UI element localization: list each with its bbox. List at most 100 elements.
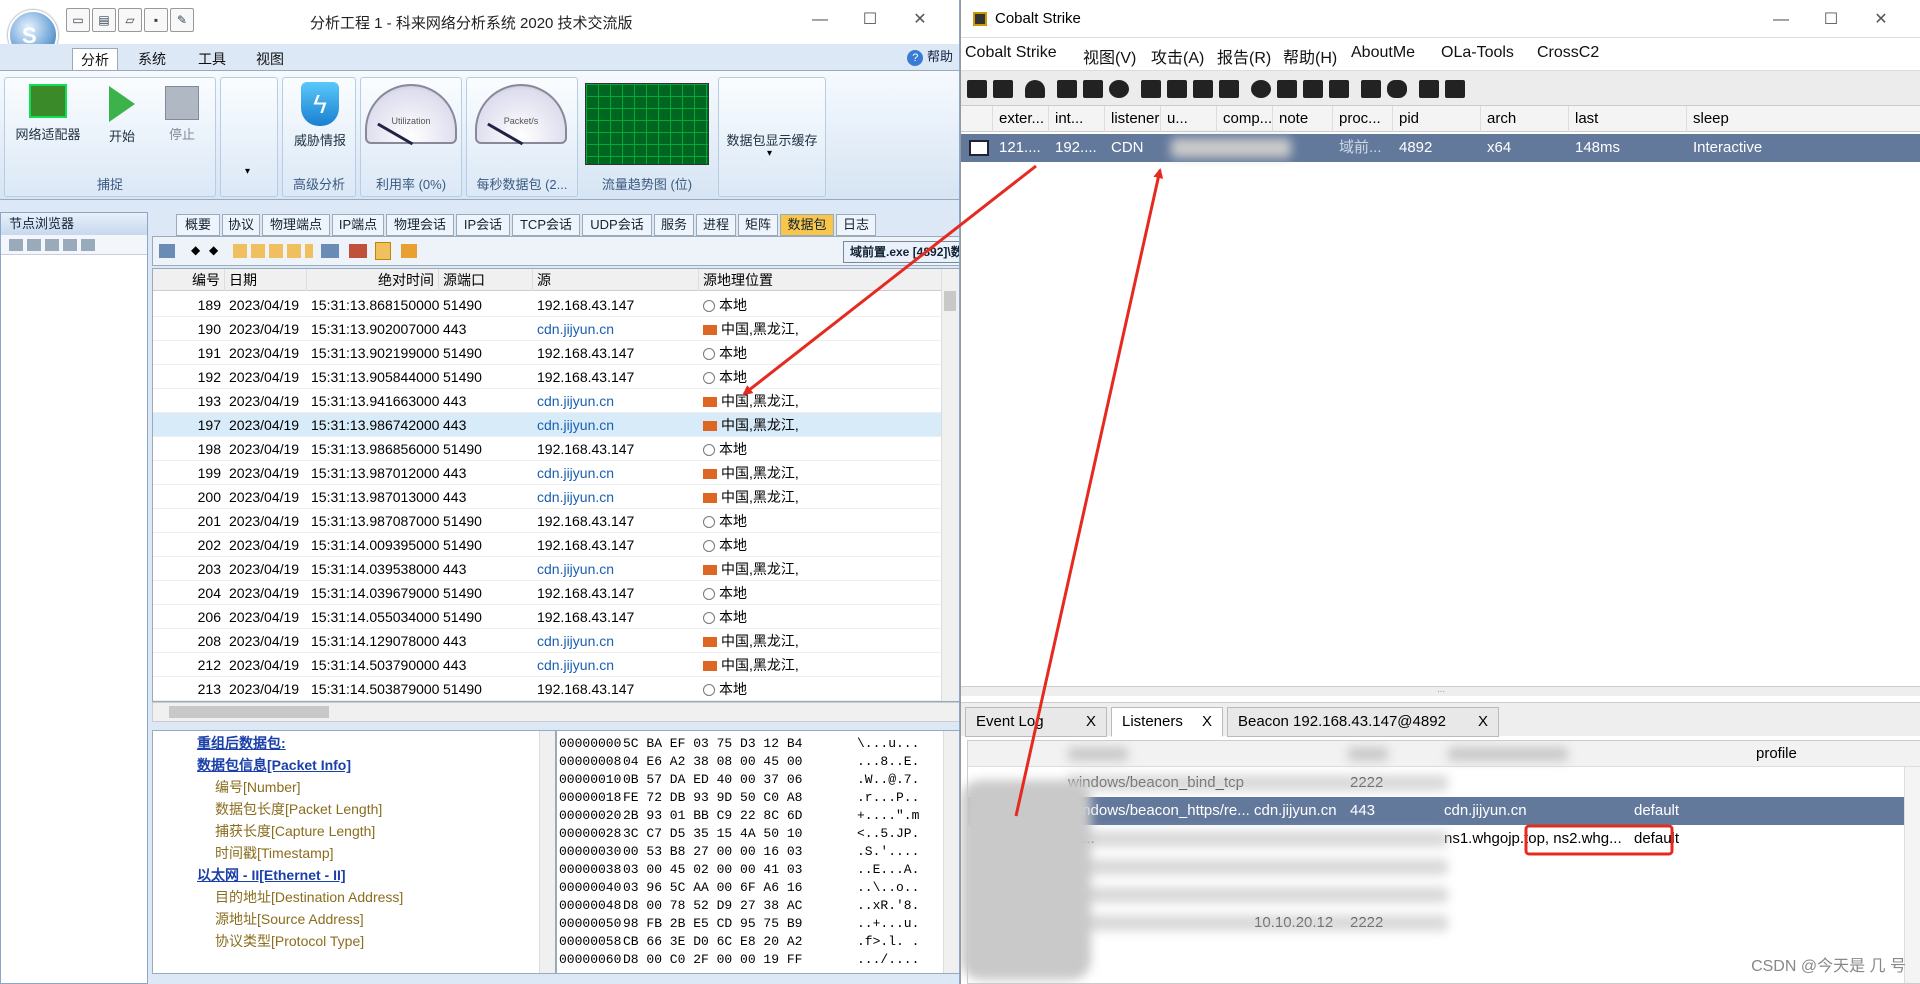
tab-packets[interactable]: 数据包 <box>780 214 834 236</box>
tree-field[interactable]: 数据包长度[Packet Length] <box>215 799 382 819</box>
col-note[interactable]: note <box>1273 106 1333 132</box>
close-icon[interactable]: X <box>1478 708 1488 736</box>
node-tool-icon[interactable] <box>9 239 23 251</box>
tree-node[interactable]: 数据包信息[Packet Info] <box>197 755 351 775</box>
tab-phys-session[interactable]: 物理会话 <box>386 214 454 236</box>
coffee-icon[interactable] <box>1277 80 1297 98</box>
table-row[interactable]: 198 2023/04/19 15:31:13.986856000 51490 192.… <box>153 437 943 461</box>
view-icon[interactable] <box>233 244 313 258</box>
terminal-icon[interactable] <box>1329 80 1349 98</box>
beacon-row[interactable]: 121.... 192.... CDN 域前... 4892 x64 148ms… <box>961 134 1920 162</box>
tools-icon[interactable] <box>349 244 367 258</box>
report-icon[interactable]: ✎ <box>170 8 194 32</box>
menu-view[interactable]: 视图(V) <box>1083 44 1136 68</box>
col-computer[interactable]: comp... <box>1217 106 1273 132</box>
threat-intel-button[interactable]: ϟ 威胁情报 <box>287 82 353 149</box>
tree-field[interactable]: 目的地址[Destination Address] <box>215 887 403 907</box>
link-icon[interactable] <box>1361 80 1381 98</box>
col-listener[interactable]: listener <box>1105 106 1161 132</box>
table-row[interactable]: 201 2023/04/19 15:31:13.987087000 51490 192.… <box>153 509 943 533</box>
table-row[interactable]: 203 2023/04/19 15:31:14.039538000 443 cdn.ji… <box>153 557 943 581</box>
col-process[interactable]: proc... <box>1333 106 1393 132</box>
cs-maximize-button[interactable]: ☐ <box>1811 6 1851 34</box>
scroll-thumb[interactable] <box>944 291 956 311</box>
listener-row[interactable]: windows/beacon_bind_tcp2222 <box>968 769 1920 797</box>
tab-service[interactable]: 服务 <box>654 214 694 236</box>
col-abs-time[interactable]: 绝对时间 <box>307 269 439 291</box>
table-row[interactable]: 192 2023/04/19 15:31:13.905844000 51490 192.… <box>153 365 943 389</box>
col-last[interactable]: last <box>1569 106 1687 132</box>
table-row[interactable]: 191 2023/04/19 15:31:13.902199000 51490 192.… <box>153 341 943 365</box>
open-folder-icon[interactable]: ▱ <box>118 8 142 32</box>
tab-udp-session[interactable]: UDP会话 <box>582 214 652 236</box>
tab-summary[interactable]: 概要 <box>176 214 220 236</box>
listener-row[interactable]: CDNwindows/beacon_https/re...cdn.jijyun.… <box>968 797 1920 825</box>
col-date[interactable]: 日期 <box>225 269 307 291</box>
menu-aboutme[interactable]: AboutMe <box>1351 44 1415 62</box>
cache-group[interactable]: 数据包显示缓存 ▾ <box>718 77 826 197</box>
tab-matrix[interactable]: 矩阵 <box>738 214 778 236</box>
col-internal[interactable]: int... <box>1049 106 1105 132</box>
tab-phys-endpoint[interactable]: 物理端点 <box>262 214 330 236</box>
col-number[interactable]: 编号 <box>153 269 225 291</box>
listener-row[interactable]: wi...ns1.whgojp.top, ns2.whg...default <box>968 825 1920 853</box>
packet-table-scrollbar[interactable] <box>941 269 959 701</box>
tree-field[interactable]: 编号[Number] <box>215 777 301 797</box>
up-icon[interactable]: ◆ <box>191 243 200 257</box>
menu-report[interactable]: 报告(R) <box>1217 44 1271 68</box>
utilization-group[interactable]: Utilization 利用率 (0%) <box>360 77 462 197</box>
adapter-button[interactable]: 网络适配器 <box>11 84 85 143</box>
target-icon[interactable] <box>1109 80 1129 98</box>
col-source[interactable]: 源 <box>533 269 699 291</box>
menu-ola-tools[interactable]: OLa-Tools <box>1441 44 1514 62</box>
tree-field[interactable]: 协议类型[Protocol Type] <box>215 931 364 951</box>
col-sleep[interactable]: sleep <box>1687 106 1920 132</box>
tree-field[interactable]: 时间戳[Timestamp] <box>215 843 334 863</box>
tree-icon[interactable] <box>375 242 391 260</box>
down-icon[interactable]: ◆ <box>209 243 218 257</box>
tree-field[interactable]: 捕获长度[Capture Length] <box>215 821 375 841</box>
col-user[interactable]: u... <box>1161 106 1217 132</box>
export-icon[interactable] <box>401 244 417 258</box>
credentials-icon[interactable] <box>1141 80 1161 98</box>
tree-node[interactable]: 重组后数据包: <box>197 733 286 753</box>
filter-icon[interactable] <box>159 244 175 258</box>
cs-close-button[interactable]: ✕ <box>1861 6 1901 34</box>
close-button[interactable]: ✕ <box>900 6 940 34</box>
dropdown-group[interactable]: ▾ <box>220 77 278 197</box>
listener-row[interactable] <box>968 853 1920 881</box>
list-icon[interactable] <box>1083 80 1103 98</box>
help-button[interactable]: ? 帮助 <box>907 46 953 66</box>
save-icon[interactable]: ▪ <box>144 8 168 32</box>
table-row[interactable]: 193 2023/04/19 15:31:13.941663000 443 cdn.ji… <box>153 389 943 413</box>
col-src-geo[interactable]: 源地理位置 <box>699 269 943 291</box>
col-icon[interactable] <box>961 106 993 132</box>
menu-cobalt-strike[interactable]: Cobalt Strike <box>965 44 1057 62</box>
table-row[interactable]: 208 2023/04/19 15:31:14.129078000 443 cdn.ji… <box>153 629 943 653</box>
tab-log[interactable]: 日志 <box>836 214 876 236</box>
node-tool-icon[interactable] <box>27 239 41 251</box>
tab-beacon[interactable]: Beacon 192.168.43.147@4892 X <box>1227 707 1499 737</box>
tab-tcp-session[interactable]: TCP会话 <box>512 214 580 236</box>
menu-help[interactable]: 帮助(H) <box>1283 44 1337 68</box>
table-row[interactable]: 197 2023/04/19 15:31:13.986742000 443 cdn.ji… <box>153 413 943 437</box>
tab-ip-endpoint[interactable]: IP端点 <box>332 214 384 236</box>
tree-field[interactable]: 源地址[Source Address] <box>215 909 364 929</box>
cs-minimize-button[interactable]: — <box>1761 6 1801 34</box>
node-tool-icon[interactable] <box>63 239 77 251</box>
remove-icon[interactable] <box>993 80 1013 98</box>
table-row[interactable]: 213 2023/04/19 15:31:14.503879000 51490 192.… <box>153 677 943 701</box>
pivot-graph-icon[interactable] <box>1057 80 1077 98</box>
listener-row[interactable]: Er10.10.20.122222 <box>968 909 1920 937</box>
add-icon[interactable] <box>967 80 987 98</box>
col-arch[interactable]: arch <box>1481 106 1569 132</box>
tab-process[interactable]: 进程 <box>696 214 736 236</box>
key-icon[interactable] <box>1193 80 1213 98</box>
stop-button[interactable]: 停止 <box>157 84 207 143</box>
funnel-icon[interactable] <box>321 244 339 258</box>
hex-scrollbar[interactable] <box>943 731 959 973</box>
table-row[interactable]: 199 2023/04/19 15:31:13.987012000 443 cdn.ji… <box>153 461 943 485</box>
packet-table-hscrollbar[interactable] <box>152 702 959 722</box>
listener-row[interactable] <box>968 881 1920 909</box>
table-row[interactable]: 202 2023/04/19 15:31:14.009395000 51490 192.… <box>153 533 943 557</box>
